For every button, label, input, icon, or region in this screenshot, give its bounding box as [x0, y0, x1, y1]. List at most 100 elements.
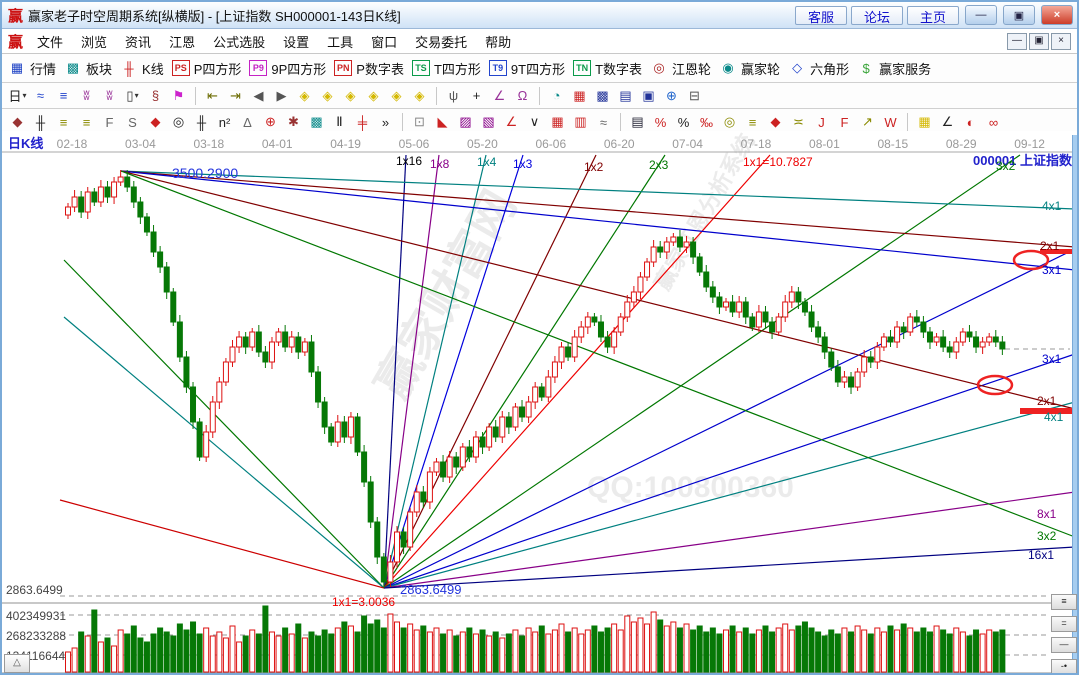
shift-left-icon[interactable]: ◈	[294, 86, 315, 106]
gold-ruler1-icon[interactable]: ≡	[53, 112, 74, 132]
calendar-icon[interactable]: ▦	[569, 86, 590, 106]
pane-split-button-1[interactable]: ≡	[1051, 594, 1077, 610]
f-ruler-icon[interactable]: F	[99, 112, 120, 132]
customer-service-button[interactable]: 客服	[795, 6, 847, 25]
menu-item-7[interactable]: 窗口	[362, 30, 406, 53]
zoom-out-x-icon[interactable]: ◈	[340, 86, 361, 106]
gann-tool-icon[interactable]: §	[145, 86, 166, 106]
network-icon[interactable]: ⊕	[661, 86, 682, 106]
s-angle-icon[interactable]: ↗	[857, 112, 878, 132]
yellow-grid-icon[interactable]: ▦	[914, 112, 935, 132]
red-grid-icon[interactable]: ▦	[547, 112, 568, 132]
first-page-icon[interactable]: ⇤	[202, 86, 223, 106]
p-number-table-button[interactable]: PNP数字表	[334, 59, 404, 78]
god-ruler-icon[interactable]: ╪	[352, 112, 373, 132]
infinity-icon[interactable]: ∞	[983, 112, 1004, 132]
zoom-in-x-icon[interactable]: ◈	[363, 86, 384, 106]
quotes-button[interactable]: ▦行情	[8, 59, 56, 78]
brush-icon[interactable]: ◆	[7, 112, 28, 132]
menu-item-1[interactable]: 浏览	[72, 30, 116, 53]
candle-type-selector[interactable]: ▯▾	[122, 86, 143, 106]
menu-item-4[interactable]: 公式选股	[204, 30, 274, 53]
period-day-selector[interactable]: 日▾	[7, 86, 28, 106]
golden-section-icon[interactable]: ◎	[719, 112, 740, 132]
pattern-search-icon[interactable]: ◔	[546, 86, 567, 106]
shift-right-icon[interactable]: ◈	[317, 86, 338, 106]
percent-icon[interactable]: %	[673, 112, 694, 132]
color-flag-icon[interactable]: ⚑	[168, 86, 189, 106]
t-number-table-button[interactable]: TNT数字表	[573, 59, 642, 78]
target-icon[interactable]: ⊕	[260, 112, 281, 132]
gann-magic-icon[interactable]: Ω	[512, 86, 533, 106]
stats-icon[interactable]: ▤	[627, 112, 648, 132]
menu-item-9[interactable]: 帮助	[476, 30, 520, 53]
expand-corner-button[interactable]: △	[4, 654, 30, 673]
box-tool-icon[interactable]: ⊡	[409, 112, 430, 132]
mdi-close-button[interactable]: ×	[1051, 33, 1071, 50]
angle-line-icon[interactable]: ∠	[501, 112, 522, 132]
home-button[interactable]: 主页	[907, 6, 959, 25]
fit-all-icon[interactable]: ◈	[409, 86, 430, 106]
calculator-icon[interactable]: ▩	[592, 86, 613, 106]
win-angle-icon[interactable]: W	[880, 112, 901, 132]
forum-button[interactable]: 论坛	[851, 6, 903, 25]
j-angle-icon[interactable]: J	[811, 112, 832, 132]
marker-icon[interactable]: ◆	[145, 112, 166, 132]
chart-canvas[interactable]: 赢家财富网赢家江恩分析系统QQ:100800360日K线000001 上证指数3…	[2, 131, 1079, 675]
next-icon[interactable]: ▶	[271, 86, 292, 106]
save-icon[interactable]: ▣	[638, 86, 659, 106]
gann-grid-icon[interactable]: ▧	[478, 112, 499, 132]
golden-line-icon[interactable]: ≡	[742, 112, 763, 132]
sectors-button[interactable]: ▩板块	[64, 59, 112, 78]
tick-ruler-icon[interactable]: ╫	[191, 112, 212, 132]
menu-item-5[interactable]: 设置	[274, 30, 318, 53]
info-board-icon[interactable]: ≡	[53, 86, 74, 106]
expand-y-icon[interactable]: ◈	[386, 86, 407, 106]
gold-ruler2-icon[interactable]: ≡	[76, 112, 97, 132]
percent-line-icon[interactable]: ‰	[696, 112, 717, 132]
angle-measure-icon[interactable]: ∠	[489, 86, 510, 106]
mdi-minimize-button[interactable]: —	[1007, 33, 1027, 50]
pane-split-button-2[interactable]: =	[1051, 616, 1077, 632]
pane-split-button-4[interactable]: -•	[1051, 659, 1077, 675]
close-button[interactable]: ×	[1041, 5, 1073, 25]
hand-drag-icon[interactable]: ψ	[443, 86, 464, 106]
restore-button[interactable]: ▣	[1003, 5, 1035, 25]
taiji-icon[interactable]: ◐	[960, 112, 981, 132]
winner-service-button[interactable]: $赢家服务	[857, 59, 931, 78]
kline-button[interactable]: ╫K线	[120, 59, 164, 78]
9t-square-button[interactable]: T99T四方形	[489, 59, 565, 78]
ray-fan-icon[interactable]: ◣	[432, 112, 453, 132]
menu-item-8[interactable]: 交易委托	[406, 30, 476, 53]
multi-line-icon[interactable]: ≈	[593, 112, 614, 132]
spiral-icon[interactable]: S	[122, 112, 143, 132]
9p-square-button[interactable]: P99P四方形	[249, 59, 326, 78]
f-angle-icon[interactable]: F	[834, 112, 855, 132]
menu-item-3[interactable]: 江恩	[160, 30, 204, 53]
circle-ruler-icon[interactable]: ◎	[168, 112, 189, 132]
mirror-icon[interactable]: Δ	[237, 112, 258, 132]
web2-icon[interactable]: ▩	[306, 112, 327, 132]
last-page-icon[interactable]: ⇥	[225, 86, 246, 106]
prev-icon[interactable]: ◀	[248, 86, 269, 106]
wave9-icon[interactable]: ʬ	[99, 86, 120, 106]
print-icon[interactable]: ⊟	[684, 86, 705, 106]
crosshair-icon[interactable]: +	[466, 86, 487, 106]
red-grid2-icon[interactable]: ▥	[570, 112, 591, 132]
more-tools-icon[interactable]: »	[375, 112, 396, 132]
menu-item-6[interactable]: 工具	[318, 30, 362, 53]
notepad-icon[interactable]: ▤	[615, 86, 636, 106]
gann-wheel-button[interactable]: ◎江恩轮	[650, 59, 711, 78]
percent-zone-icon[interactable]: %	[650, 112, 671, 132]
gold-channel-icon[interactable]: ≍	[788, 112, 809, 132]
pane-split-button-3[interactable]: —	[1051, 637, 1077, 653]
wave3-icon[interactable]: ʬ	[76, 86, 97, 106]
price-mark-icon[interactable]: ◆	[765, 112, 786, 132]
pause-icon[interactable]: Ⅱ	[329, 112, 350, 132]
pattern-icon[interactable]: ≈	[30, 86, 51, 106]
n2-icon[interactable]: n²	[214, 112, 235, 132]
web1-icon[interactable]: ✱	[283, 112, 304, 132]
zigzag-icon[interactable]: ∨	[524, 112, 545, 132]
t-square-button[interactable]: TST四方形	[412, 59, 481, 78]
menu-item-0[interactable]: 文件	[28, 30, 72, 53]
